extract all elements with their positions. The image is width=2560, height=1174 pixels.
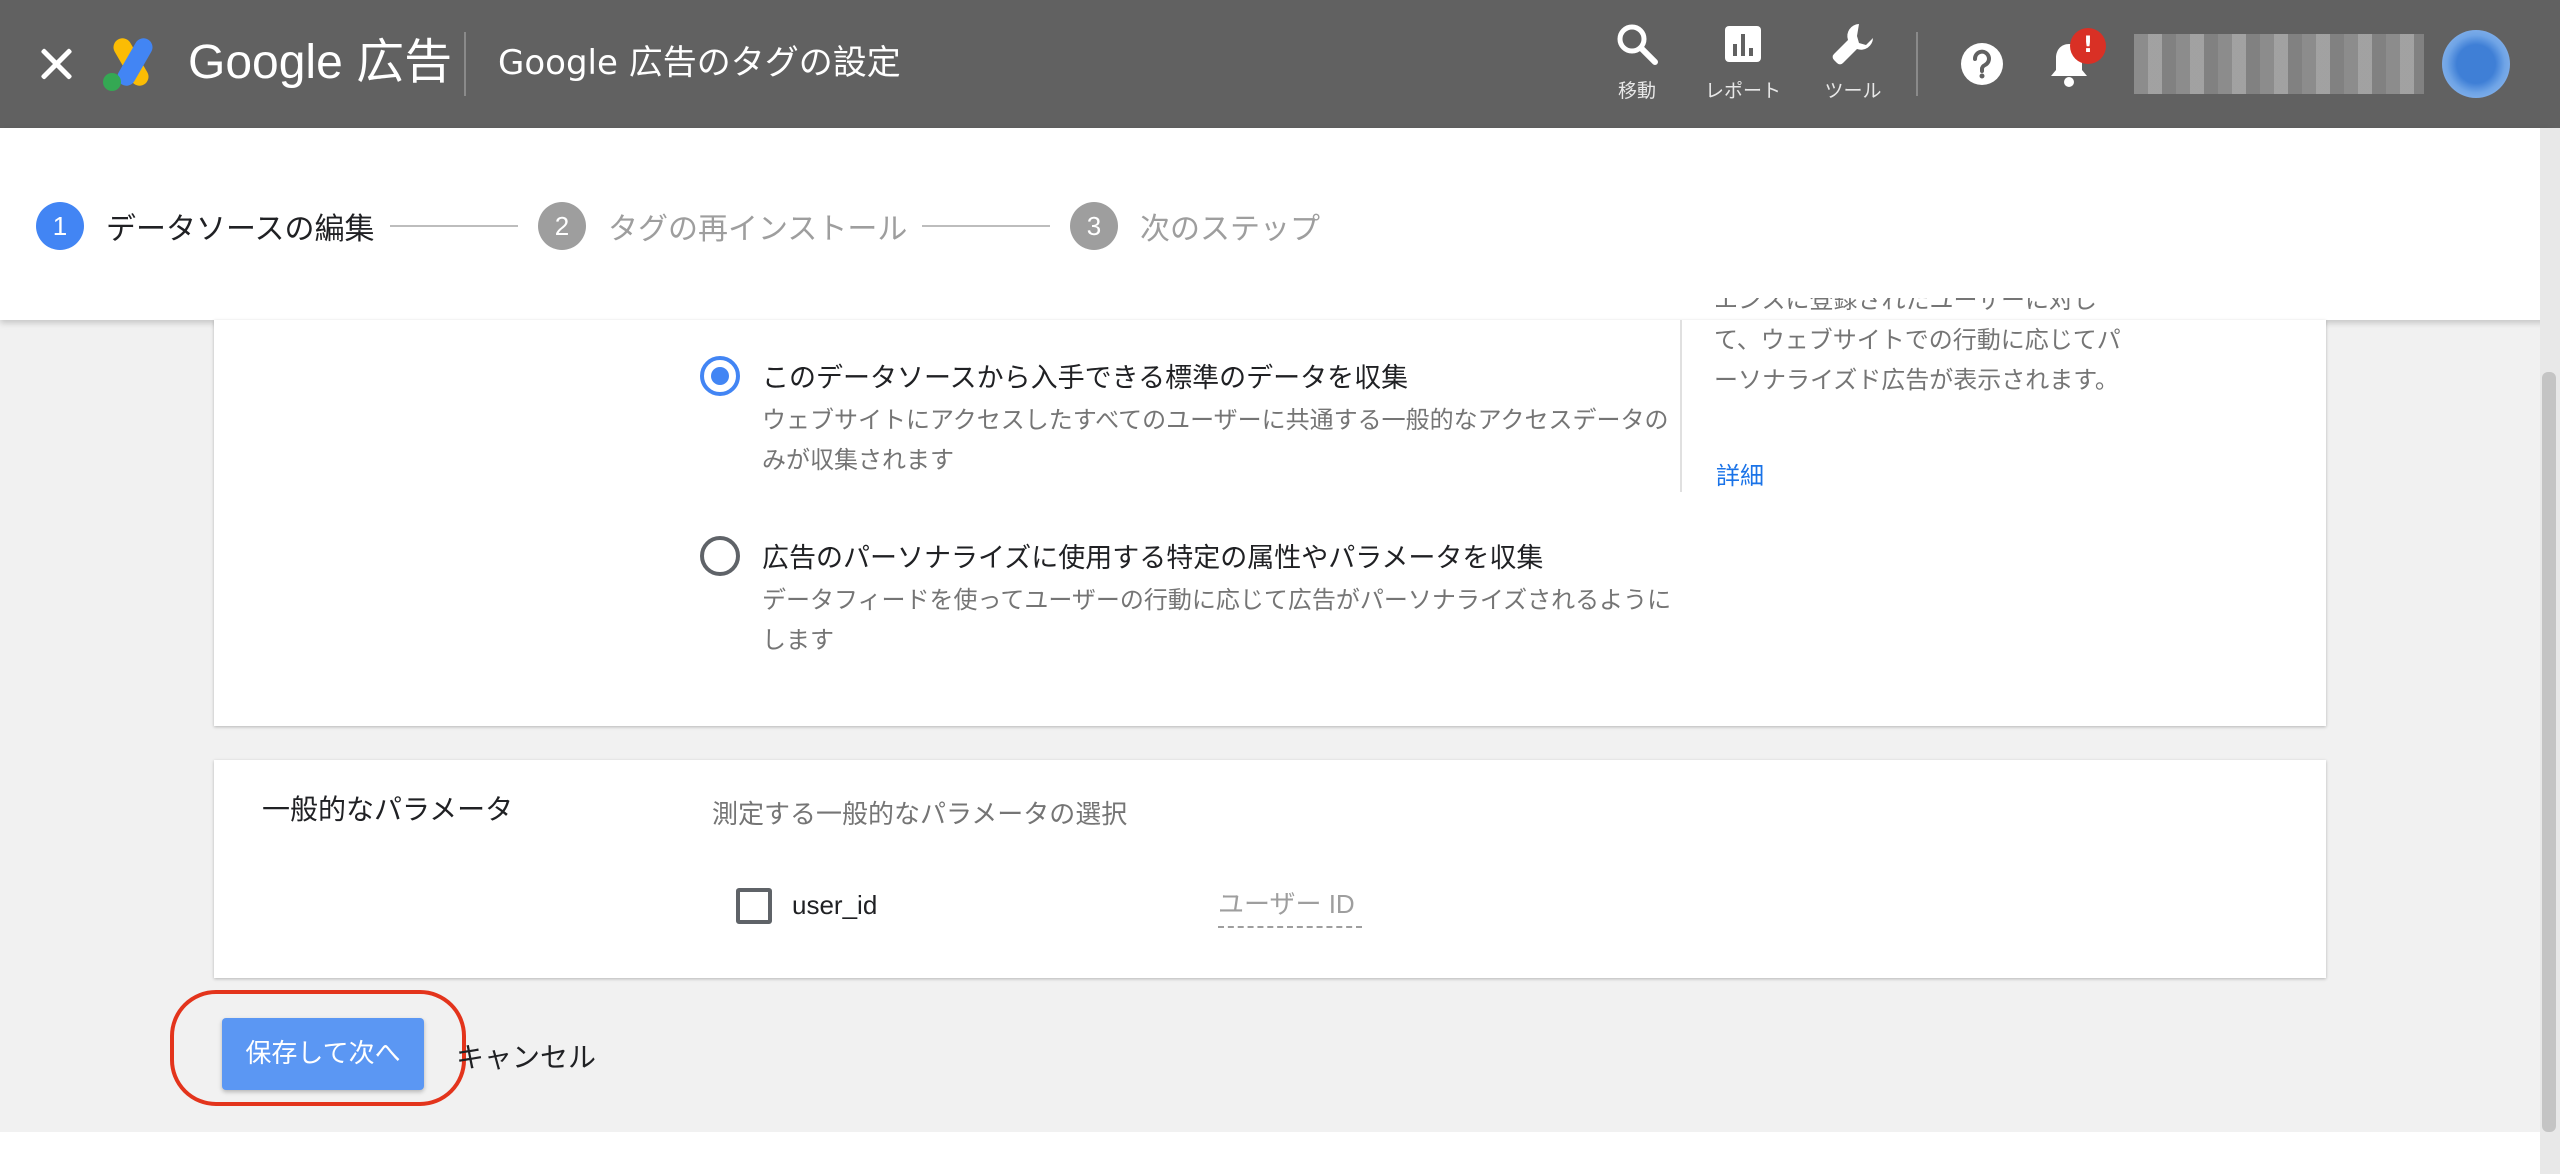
side-help-line-1: て、ウェブサイトでの行動に応じてパ [1714, 326, 2121, 354]
notification-badge: ! [2070, 28, 2106, 64]
nav-report-label: レポート [1704, 80, 1781, 102]
nav-tools[interactable]: ツール [1808, 20, 1898, 110]
step-2-label: タグの再インストール [608, 212, 908, 247]
option-personalize-desc: データフィードを使ってユーザーの行動に応じて広告がパーソナライズされるようにしま… [762, 586, 1672, 654]
scrollbar-thumb[interactable] [2542, 372, 2556, 1132]
nav-report[interactable]: レポート [1698, 20, 1788, 110]
step-3-number: 3 [1070, 202, 1118, 250]
wrench-icon [1832, 24, 1873, 65]
header-divider [464, 32, 466, 96]
cancel-button[interactable]: キャンセル [456, 1036, 596, 1076]
side-help-line-0: エンスに登録されたユーザーに対し [1714, 298, 2098, 314]
step-3[interactable]: 3 次のステップ [1070, 202, 1320, 250]
step-2[interactable]: 2 タグの再インストール [538, 202, 907, 250]
top-app-bar: Google 広告 Google 広告のタグの設定 移動 レポート ツール ! [0, 0, 2560, 128]
side-help-text: エンスに登録されたユーザーに対し て、ウェブサイトでの行動に応じてパ ーソナライ… [1714, 298, 2174, 422]
user-id-label: user_id [792, 890, 878, 920]
account-email-blurred[interactable] [2134, 34, 2424, 94]
step-connector [390, 225, 518, 227]
radio-personalize-data[interactable] [700, 536, 740, 576]
option-personalize-title: 広告のパーソナライズに使用する特定の属性やパラメータを収集 [762, 543, 1544, 574]
step-1-number: 1 [36, 202, 84, 250]
save-and-next-button[interactable]: 保存して次へ [222, 1018, 424, 1090]
side-divider [1680, 320, 1682, 492]
brand-title: Google 広告 [188, 36, 453, 89]
nav-tools-label: ツール [1824, 80, 1882, 102]
general-params-title: 一般的なパラメータ [262, 793, 514, 826]
setup-stepper: 1 データソースの編集 2 タグの再インストール 3 次のステップ [0, 128, 2552, 320]
close-icon[interactable] [34, 42, 78, 86]
detail-link[interactable]: 詳細 [1716, 456, 1764, 491]
user-id-input[interactable]: ユーザー ID [1218, 884, 1362, 928]
report-icon [1725, 26, 1761, 62]
step-1[interactable]: 1 データソースの編集 [36, 202, 375, 250]
search-icon [1617, 24, 1658, 65]
step-1-label: データソースの編集 [106, 212, 375, 247]
general-params-card [214, 760, 2326, 978]
help-icon[interactable] [1960, 42, 2004, 86]
radio-standard-data[interactable] [700, 356, 740, 396]
option-standard-title: このデータソースから入手できる標準のデータを収集 [762, 363, 1409, 394]
option-standard-desc: ウェブサイトにアクセスしたすべてのユーザーに共通する一般的なアクセスデータのみが… [762, 406, 1669, 474]
user-id-checkbox[interactable] [736, 888, 772, 924]
nav-move-label: 移動 [1617, 80, 1656, 102]
bottom-strip [0, 1132, 2540, 1174]
header-divider-2 [1916, 32, 1918, 96]
nav-move[interactable]: 移動 [1592, 20, 1682, 110]
step-3-label: 次のステップ [1140, 212, 1320, 247]
page-title: Google 広告のタグの設定 [498, 43, 901, 83]
general-params-subtitle: 測定する一般的なパラメータの選択 [712, 800, 1128, 830]
google-ads-logo-icon [103, 38, 153, 91]
step-2-number: 2 [538, 202, 586, 250]
step-connector [922, 225, 1050, 227]
side-help-line-2: ーソナライズド広告が表示されます。 [1714, 366, 2119, 394]
avatar[interactable] [2442, 30, 2510, 98]
